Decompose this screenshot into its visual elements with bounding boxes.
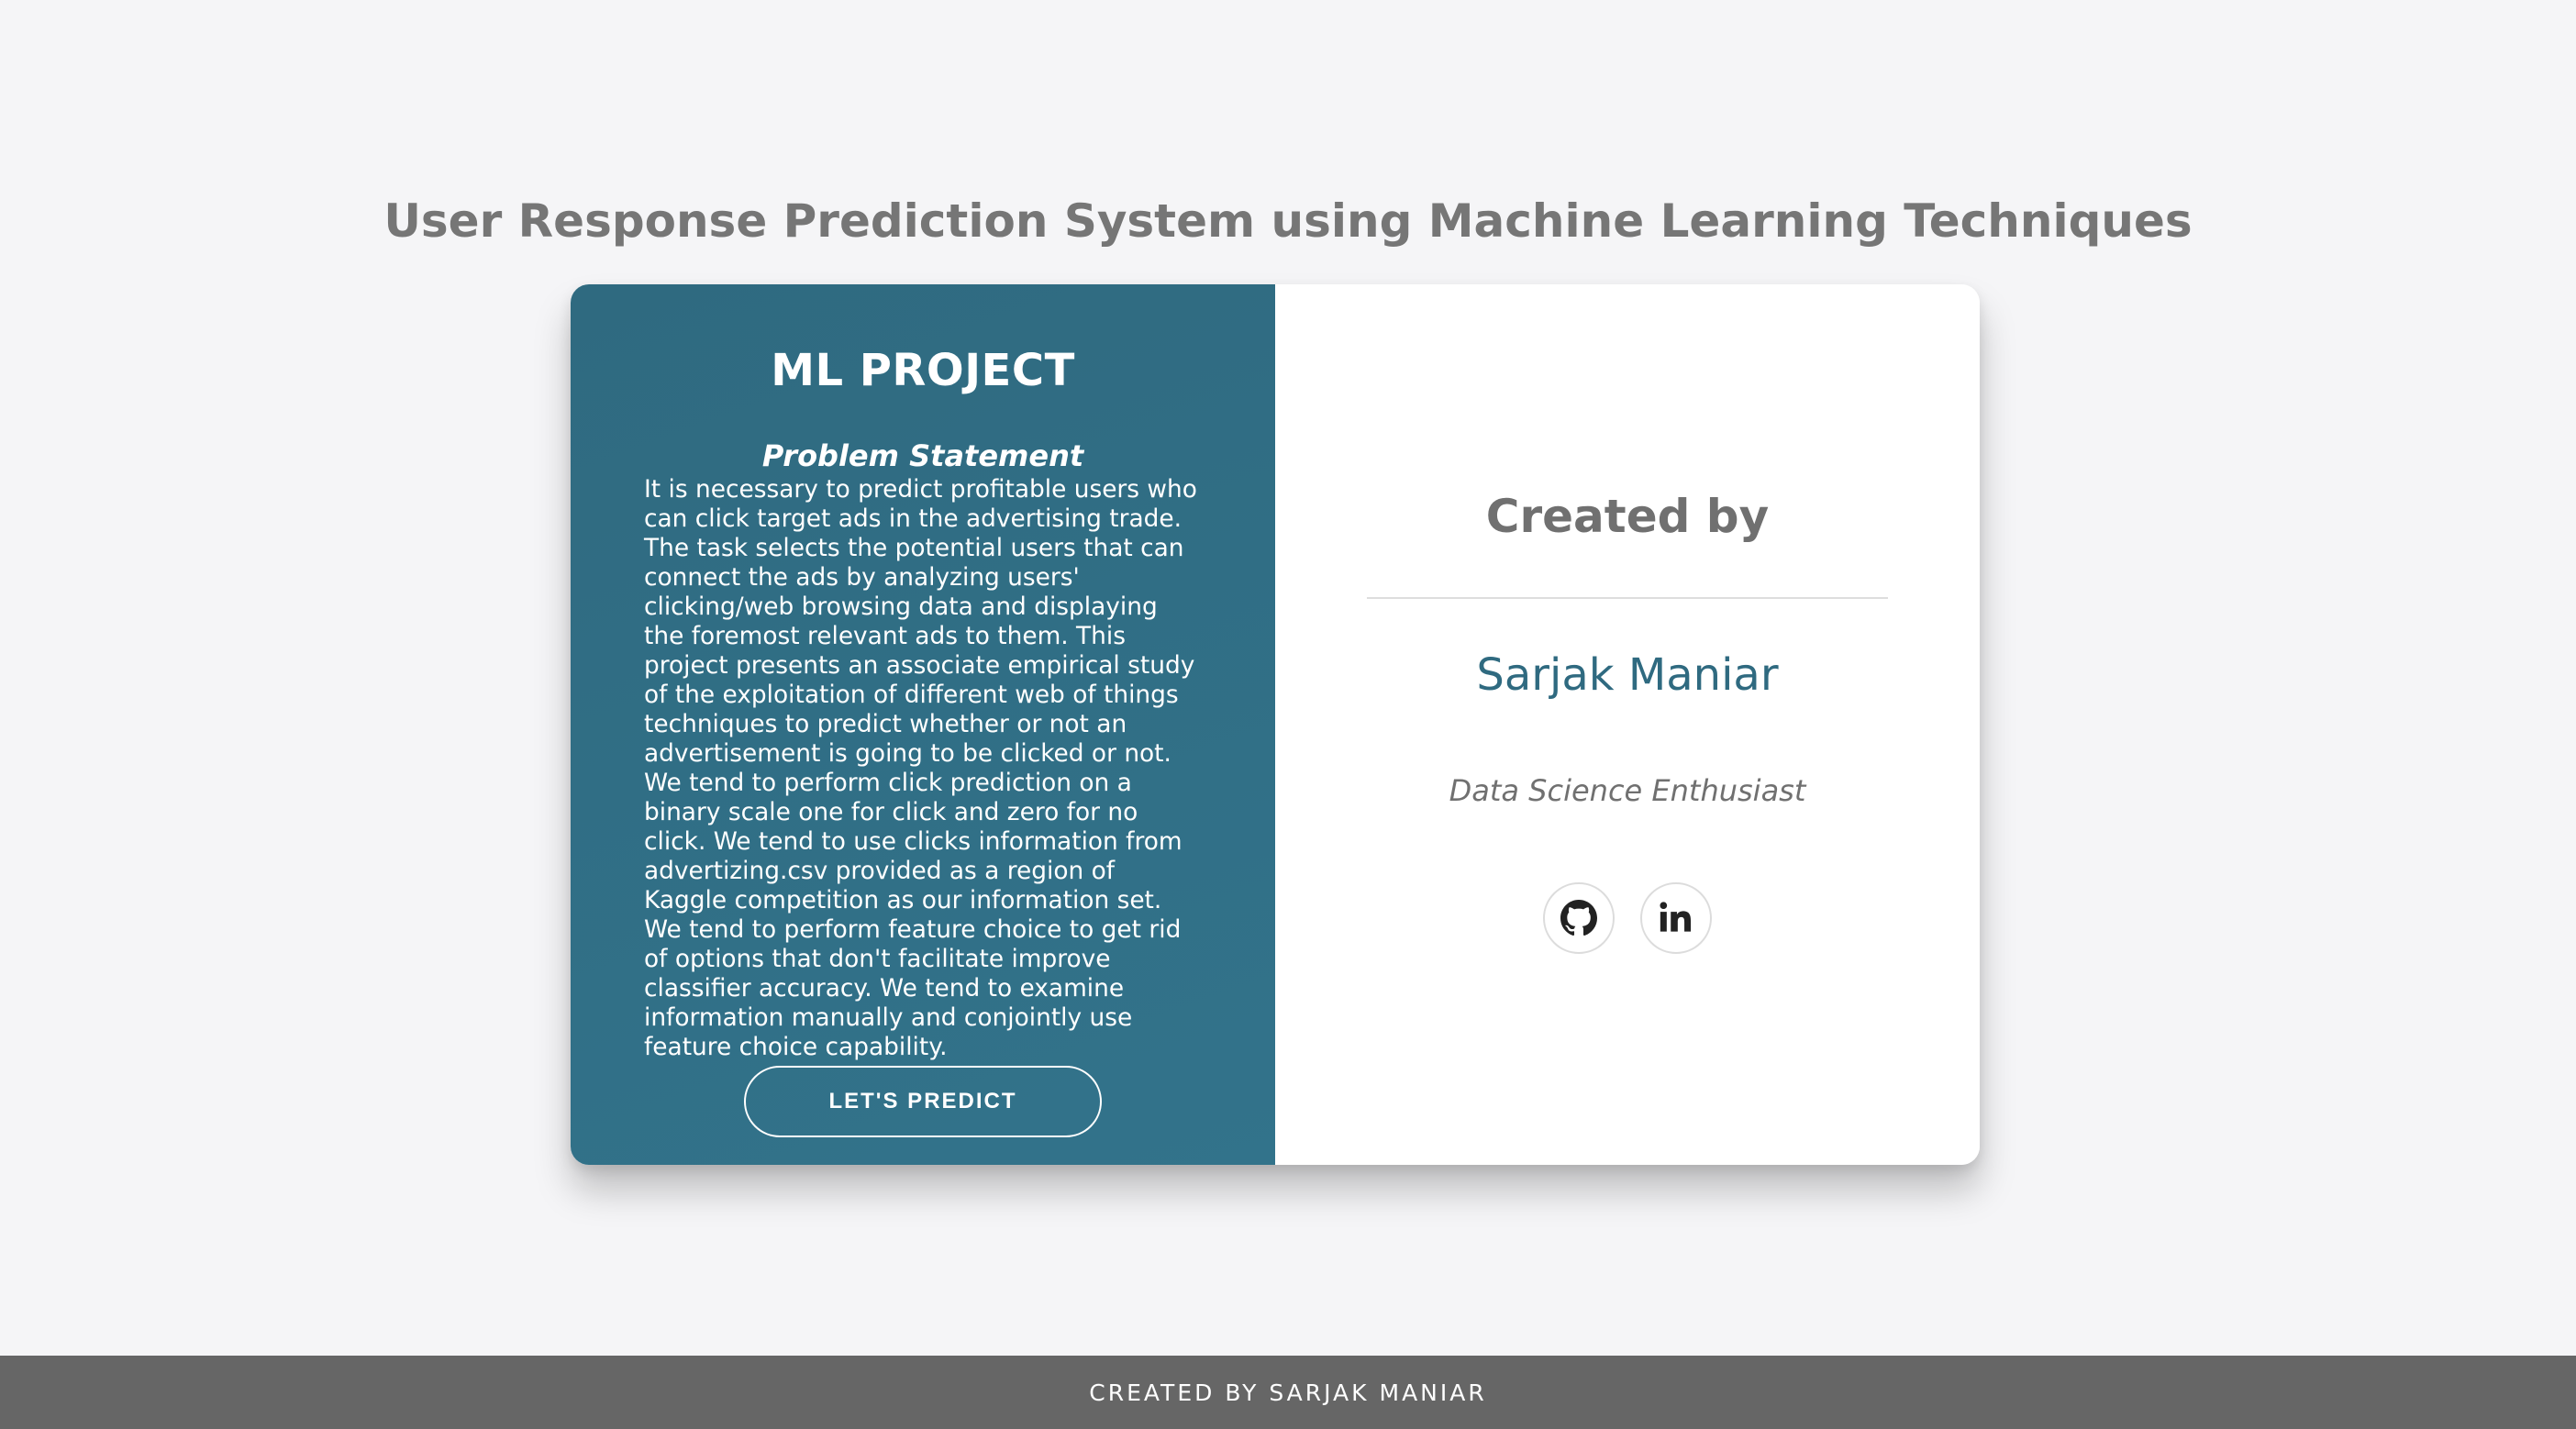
problem-statement-heading: Problem Statement: [761, 438, 1084, 473]
project-info-panel: ML PROJECT Problem Statement It is neces…: [571, 284, 1275, 1165]
creator-panel: Created by Sarjak Maniar Data Science En…: [1275, 284, 1980, 1165]
page-title: User Response Prediction System using Ma…: [383, 194, 2193, 248]
author-role: Data Science Enthusiast: [1449, 773, 1806, 808]
social-links: [1275, 882, 1980, 954]
lets-predict-button[interactable]: LET'S PREDICT: [744, 1066, 1102, 1137]
problem-statement-text: It is necessary to predict profitable us…: [644, 475, 1197, 1061]
created-by-heading: Created by: [1485, 490, 1770, 543]
footer-credit: CREATED BY SARJAK MANIAR: [1089, 1379, 1487, 1406]
github-link[interactable]: [1543, 882, 1615, 954]
github-icon: [1560, 900, 1597, 936]
linkedin-link[interactable]: [1640, 882, 1712, 954]
page: User Response Prediction System using Ma…: [0, 0, 2576, 1429]
linkedin-icon: [1658, 900, 1694, 936]
author-name: Sarjak Maniar: [1476, 649, 1779, 701]
footer: CREATED BY SARJAK MANIAR: [0, 1356, 2576, 1429]
project-title: ML PROJECT: [771, 345, 1075, 396]
divider: [1367, 597, 1888, 599]
project-card: ML PROJECT Problem Statement It is neces…: [571, 284, 1980, 1165]
